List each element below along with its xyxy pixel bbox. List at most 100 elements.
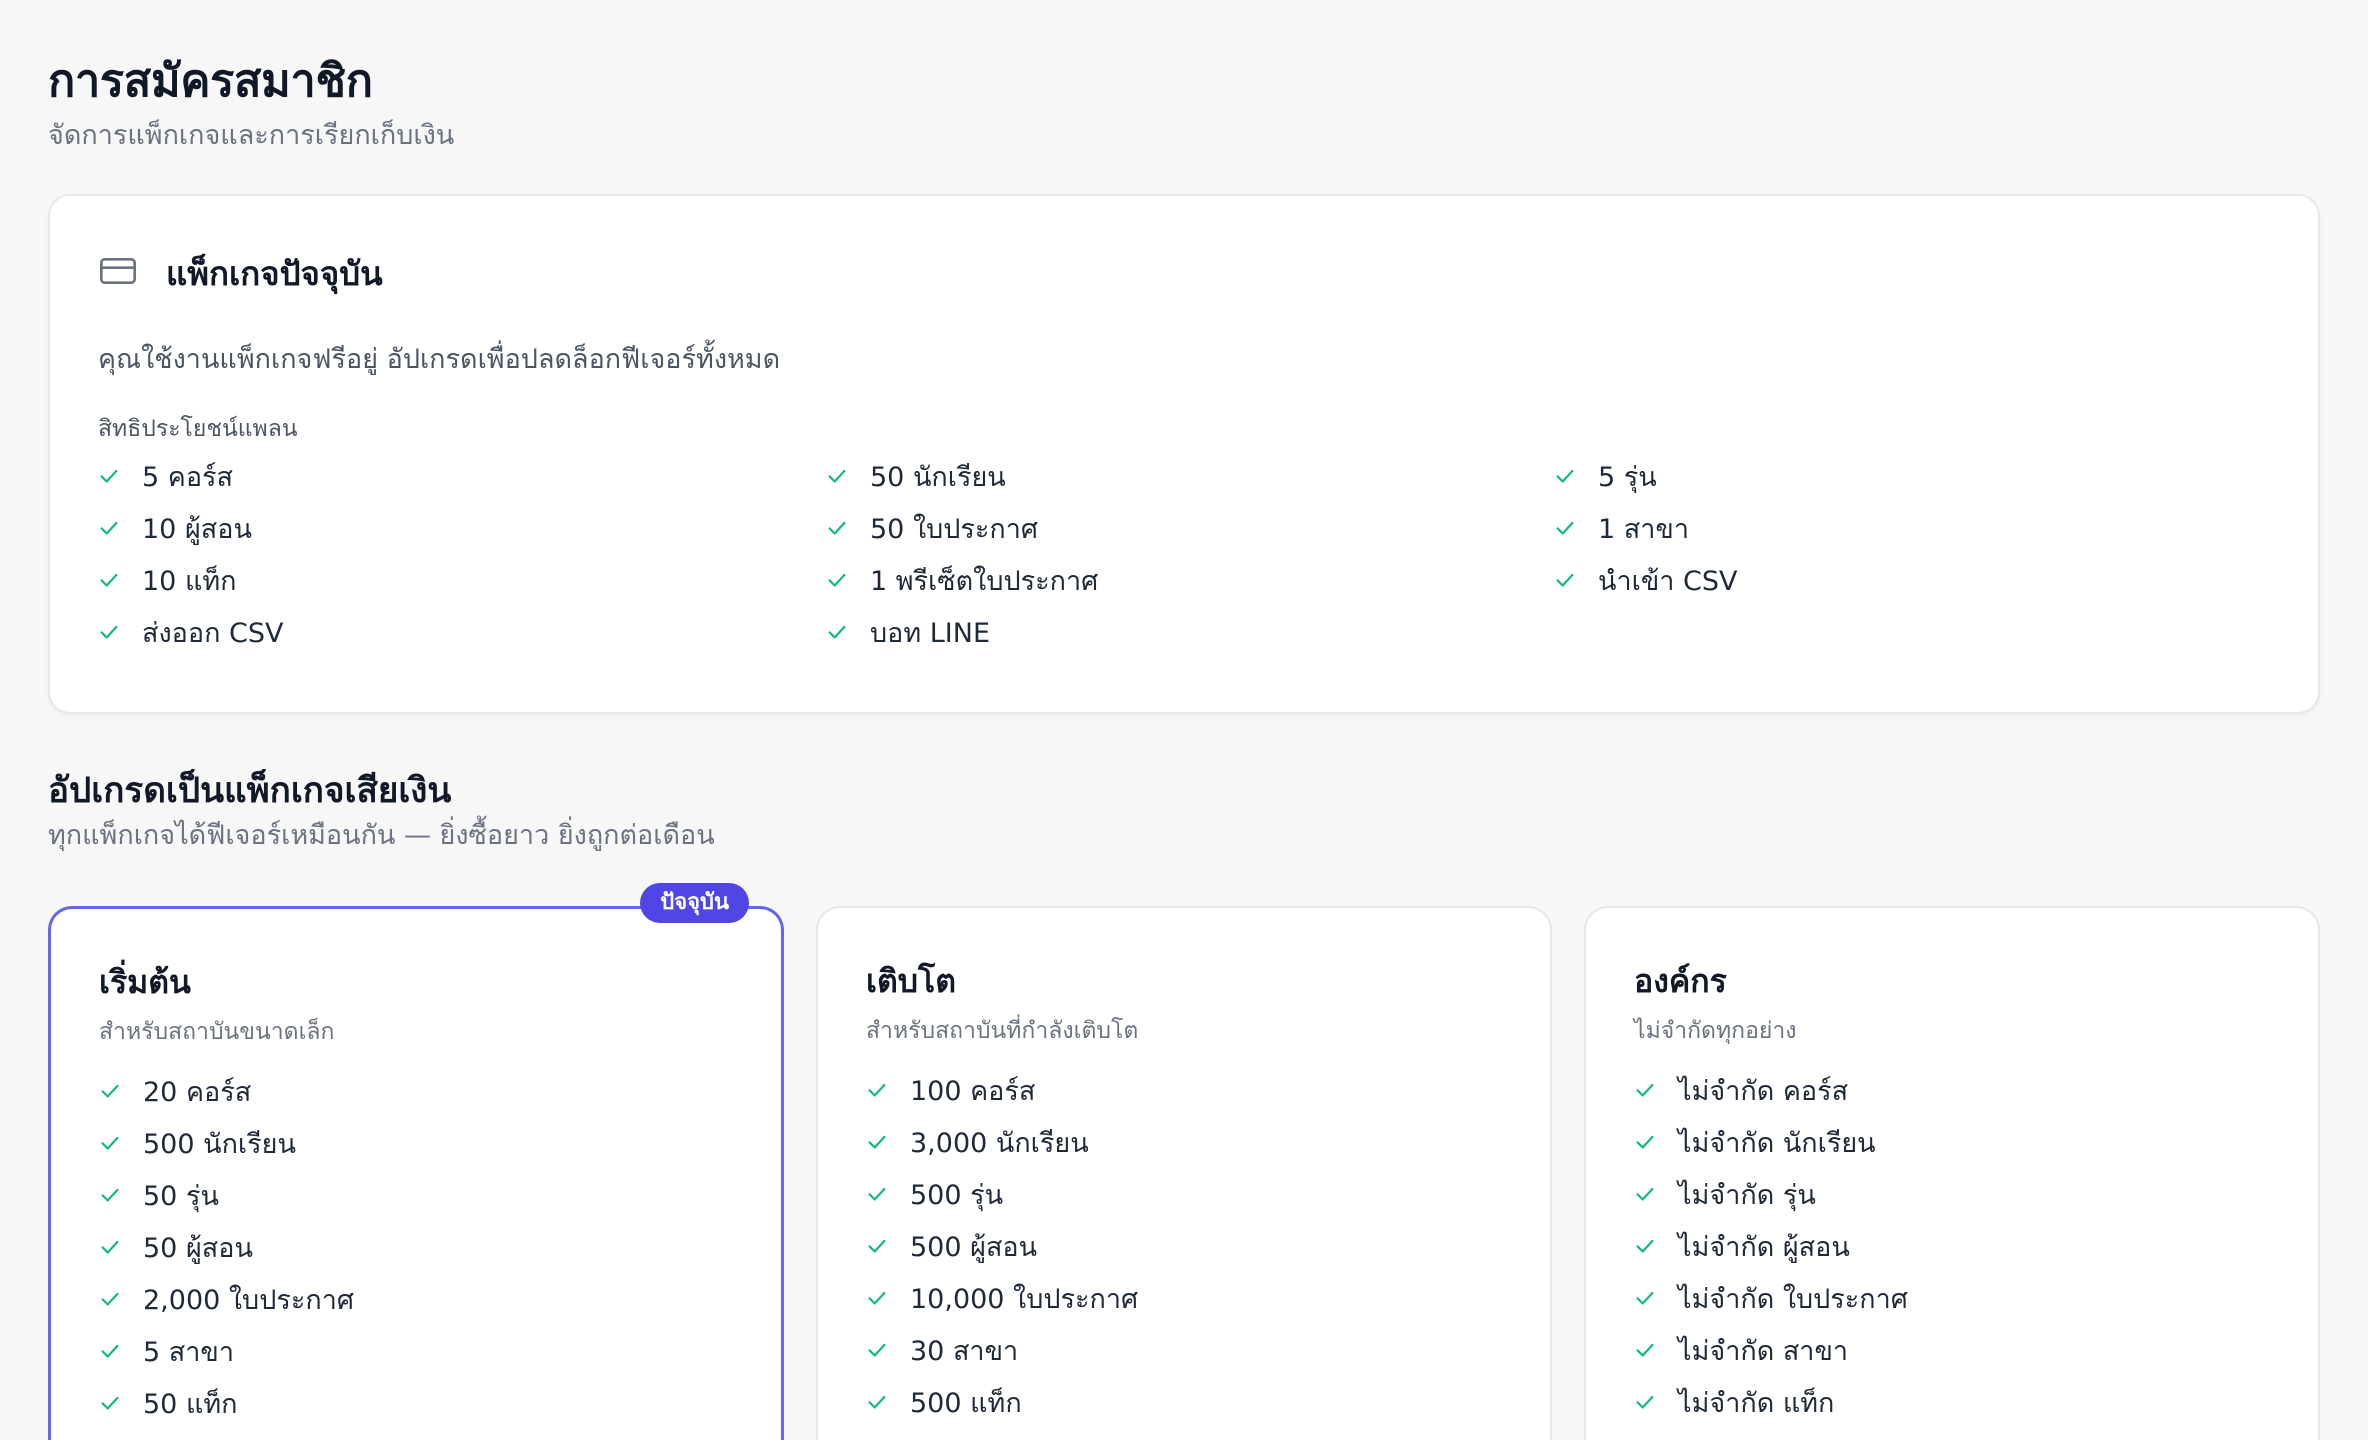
check-icon bbox=[828, 469, 846, 483]
feature-label: ไม่จำกัด คอร์ส bbox=[1678, 1075, 1849, 1107]
feature-item: ไม่จำกัด แท็ก bbox=[1634, 1384, 2270, 1420]
feature-item: 500 แท็ก bbox=[866, 1384, 1502, 1420]
benefit-item: 10 แท็ก bbox=[98, 562, 826, 598]
check-icon bbox=[1636, 1135, 1654, 1149]
check-icon bbox=[1556, 573, 1574, 587]
feature-label: ไม่จำกัด ใบประกาศ bbox=[1678, 1283, 1908, 1315]
feature-item: 50 รุ่น bbox=[99, 1177, 733, 1213]
benefit-item: 5 รุ่น bbox=[1554, 458, 2282, 494]
check-icon bbox=[101, 1084, 119, 1098]
current-package-card: แพ็กเกจปัจจุบัน คุณใช้งานแพ็กเกจฟรีอยู่ … bbox=[48, 194, 2320, 714]
feature-item: ไม่จำกัด ใบประกาศ bbox=[1634, 1280, 2270, 1316]
current-package-description: คุณใช้งานแพ็กเกจฟรีอยู่ อัปเกรดเพื่อปลดล… bbox=[98, 344, 781, 375]
plan-name: องค์กร bbox=[1634, 962, 1727, 1000]
feature-label: ไม่จำกัด สาขา bbox=[1678, 1335, 1849, 1367]
check-icon bbox=[828, 521, 846, 535]
plan-features: 20 คอร์ส 500 นักเรียน 50 รุ่น 50 ผู้สอน … bbox=[99, 1073, 733, 1421]
upgrade-subtitle: ทุกแพ็กเกจได้ฟีเจอร์เหมือนกัน — ยิ่งซื้อ… bbox=[48, 820, 715, 851]
feature-item: ไม่จำกัด นักเรียน bbox=[1634, 1124, 2270, 1160]
check-icon bbox=[101, 1240, 119, 1254]
check-icon bbox=[1636, 1187, 1654, 1201]
plan-features: ไม่จำกัด คอร์ส ไม่จำกัด นักเรียน ไม่จำกั… bbox=[1634, 1072, 2270, 1420]
check-icon bbox=[101, 1344, 119, 1358]
credit-card-icon bbox=[98, 251, 138, 295]
upgrade-title: อัปเกรดเป็นแพ็กเกจเสียเงิน bbox=[48, 771, 452, 811]
feature-label: 5 สาขา bbox=[143, 1336, 235, 1368]
benefit-label: นำเข้า CSV bbox=[1598, 565, 1738, 597]
benefit-label: ส่งออก CSV bbox=[142, 617, 284, 649]
plans-list: ปัจจุบัน เริ่มต้น สำหรับสถาบันขนาดเล็ก 2… bbox=[48, 883, 2320, 1440]
check-icon bbox=[1556, 521, 1574, 535]
benefit-label: บอท LINE bbox=[870, 617, 990, 649]
feature-item: ไม่จำกัด รุ่น bbox=[1634, 1176, 2270, 1212]
check-icon bbox=[100, 573, 118, 587]
benefit-item: 5 คอร์ส bbox=[98, 458, 826, 494]
feature-item: 20 คอร์ส bbox=[99, 1073, 733, 1109]
benefit-label: 1 พรีเซ็ตใบประกาศ bbox=[870, 565, 1099, 597]
plan-card-starter[interactable]: ปัจจุบัน เริ่มต้น สำหรับสถาบันขนาดเล็ก 2… bbox=[48, 883, 784, 1440]
check-icon bbox=[1636, 1239, 1654, 1253]
plan-name: เติบโต bbox=[866, 962, 956, 1000]
check-icon bbox=[868, 1343, 886, 1357]
benefit-item: 50 ใบประกาศ bbox=[826, 510, 1554, 546]
plan-card-enterprise[interactable]: องค์กร ไม่จำกัดทุกอย่าง ไม่จำกัด คอร์ส ไ… bbox=[1584, 906, 2320, 1440]
benefit-item: นำเข้า CSV bbox=[1554, 562, 2282, 598]
check-icon bbox=[100, 625, 118, 639]
check-icon bbox=[868, 1291, 886, 1305]
plan-description: สำหรับสถาบันที่กำลังเติบโต bbox=[866, 1018, 1139, 1044]
feature-item: 50 แท็ก bbox=[99, 1385, 733, 1421]
benefit-item: 1 พรีเซ็ตใบประกาศ bbox=[826, 562, 1554, 598]
feature-label: ไม่จำกัด นักเรียน bbox=[1678, 1127, 1876, 1159]
check-icon bbox=[101, 1396, 119, 1410]
feature-label: 500 นักเรียน bbox=[143, 1128, 296, 1160]
feature-item: 3,000 นักเรียน bbox=[866, 1124, 1502, 1160]
feature-item: 5 สาขา bbox=[99, 1333, 733, 1369]
feature-item: 100 คอร์ส bbox=[866, 1072, 1502, 1108]
plan-name: เริ่มต้น bbox=[99, 963, 191, 1001]
benefit-item: 10 ผู้สอน bbox=[98, 510, 826, 546]
check-icon bbox=[1636, 1291, 1654, 1305]
feature-label: 20 คอร์ส bbox=[143, 1076, 252, 1108]
feature-item: ไม่จำกัด สาขา bbox=[1634, 1332, 2270, 1368]
benefits-label: สิทธิประโยชน์แพลน bbox=[98, 416, 298, 442]
benefit-item: บอท LINE bbox=[826, 614, 1554, 650]
check-icon bbox=[101, 1136, 119, 1150]
feature-item: 30 สาขา bbox=[866, 1332, 1502, 1368]
feature-label: 100 คอร์ส bbox=[910, 1075, 1036, 1107]
feature-item: 500 ผู้สอน bbox=[866, 1228, 1502, 1264]
plan-description: ไม่จำกัดทุกอย่าง bbox=[1634, 1018, 1797, 1044]
check-icon bbox=[868, 1187, 886, 1201]
plan-description: สำหรับสถาบันขนาดเล็ก bbox=[99, 1019, 335, 1045]
benefit-label: 1 สาขา bbox=[1598, 513, 1690, 545]
check-icon bbox=[101, 1292, 119, 1306]
feature-label: ไม่จำกัด ผู้สอน bbox=[1678, 1231, 1850, 1263]
check-icon bbox=[828, 573, 846, 587]
feature-label: 3,000 นักเรียน bbox=[910, 1127, 1089, 1159]
check-icon bbox=[868, 1395, 886, 1409]
page-subtitle: จัดการแพ็กเกจและการเรียกเก็บเงิน bbox=[48, 120, 455, 151]
feature-item: ไม่จำกัด คอร์ส bbox=[1634, 1072, 2270, 1108]
feature-label: ไม่จำกัด รุ่น bbox=[1678, 1179, 1816, 1211]
feature-item: 10,000 ใบประกาศ bbox=[866, 1280, 1502, 1316]
benefit-item: 50 นักเรียน bbox=[826, 458, 1554, 494]
current-package-title: แพ็กเกจปัจจุบัน bbox=[166, 253, 383, 293]
benefit-label: 5 คอร์ส bbox=[142, 461, 234, 493]
benefit-label: 50 นักเรียน bbox=[870, 461, 1006, 493]
current-plan-badge: ปัจจุบัน bbox=[640, 883, 749, 923]
benefit-item: ส่งออก CSV bbox=[98, 614, 826, 650]
feature-label: 500 ผู้สอน bbox=[910, 1231, 1038, 1263]
current-package-header: แพ็กเกจปัจจุบัน bbox=[98, 248, 2270, 298]
check-icon bbox=[100, 469, 118, 483]
feature-label: 50 รุ่น bbox=[143, 1180, 219, 1212]
feature-item: 50 ผู้สอน bbox=[99, 1229, 733, 1265]
check-icon bbox=[1636, 1083, 1654, 1097]
feature-label: 30 สาขา bbox=[910, 1335, 1019, 1367]
subscription-page: การสมัครสมาชิก จัดการแพ็กเกจและการเรียกเ… bbox=[0, 0, 2368, 1440]
benefit-label: 10 แท็ก bbox=[142, 565, 237, 597]
check-icon bbox=[868, 1239, 886, 1253]
feature-label: 500 รุ่น bbox=[910, 1179, 1004, 1211]
check-icon bbox=[868, 1135, 886, 1149]
page-title: การสมัครสมาชิก bbox=[48, 54, 373, 107]
feature-item: 2,000 ใบประกาศ bbox=[99, 1281, 733, 1317]
plan-card-growth[interactable]: เติบโต สำหรับสถาบันที่กำลังเติบโต 100 คอ… bbox=[816, 906, 1552, 1440]
